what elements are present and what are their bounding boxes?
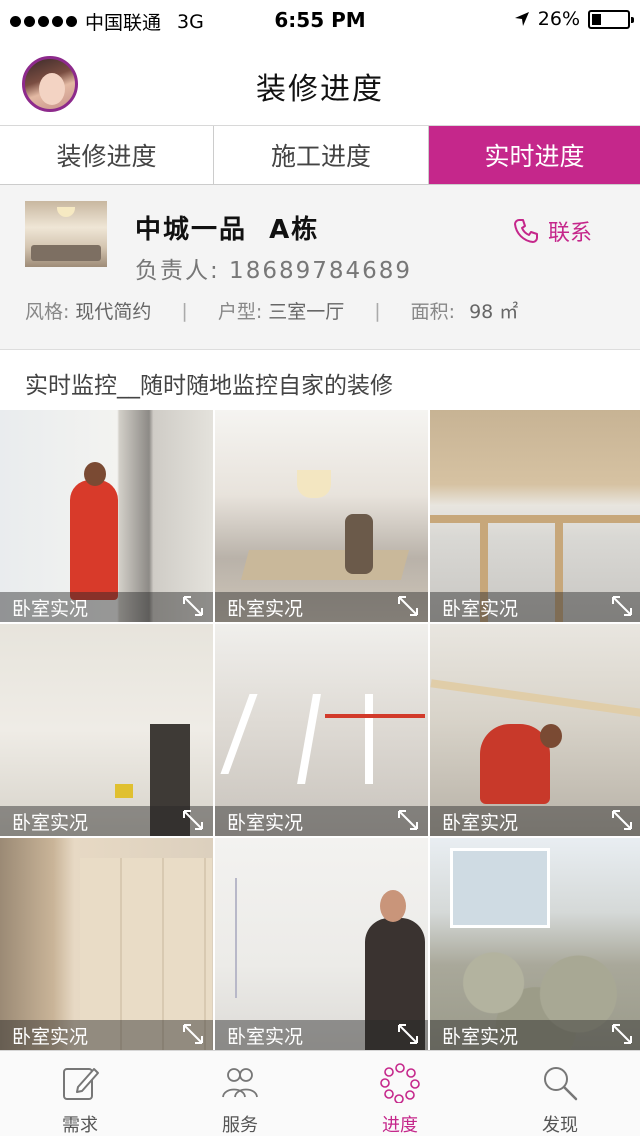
nav-label: 服务: [222, 1115, 258, 1136]
camera-feed-tile[interactable]: 卧室实况: [430, 410, 640, 622]
expand-icon[interactable]: [181, 1022, 205, 1046]
expand-icon[interactable]: [181, 594, 205, 618]
worker-head: [84, 462, 106, 486]
area-label: 面积:: [410, 301, 456, 323]
camera-feed-tile[interactable]: 卧室实况: [430, 838, 640, 1050]
contact-label: 联系: [547, 221, 592, 246]
table-shape: [240, 550, 410, 580]
project-info-card: 中城一品 A栋 负责人: 18689784689 联系 风格: 现代简约 | 户…: [0, 185, 640, 350]
project-thumbnail[interactable]: [25, 201, 107, 267]
nav-label: 需求: [62, 1115, 98, 1136]
tab-realtime-progress[interactable]: 实时进度: [429, 126, 640, 184]
search-icon: [544, 1067, 578, 1101]
nav-item-discover[interactable]: 发现: [480, 1051, 640, 1136]
area-attribute: 面积: 98 ㎡: [411, 297, 519, 324]
location-arrow-icon: [514, 12, 529, 26]
tab-construction-progress[interactable]: 施工进度: [214, 126, 429, 184]
ceiling-rail: [365, 694, 373, 784]
camera-feed-tile[interactable]: 卧室实况: [215, 410, 428, 622]
monitor-grid: 卧室实况 卧室实况 卧室实况 卧室实况 卧室实况 卧室实况 卧室实况 卧室实况 …: [0, 410, 640, 1050]
camera-feed-tile[interactable]: 卧室实况: [0, 410, 213, 622]
divider: |: [374, 299, 381, 322]
style-label: 风格:: [25, 301, 70, 323]
camera-feed-tile[interactable]: 卧室实况: [430, 624, 640, 836]
status-right: 26%: [514, 8, 634, 30]
sign: [115, 784, 133, 798]
status-bar: 中国联通 3G 6:55 PM 26%: [0, 0, 640, 40]
wood-beam: [430, 515, 640, 523]
edit-icon: [63, 1068, 99, 1100]
area-value: 98 ㎡: [469, 301, 519, 323]
layout-label: 户型:: [217, 301, 263, 323]
battery-fill: [592, 13, 601, 25]
expand-icon[interactable]: [396, 808, 420, 832]
ceiling-rail: [220, 694, 258, 774]
whiteboard-sketch: [235, 878, 345, 998]
layout-value: 三室一厅: [268, 301, 345, 323]
worker-figure: [70, 480, 118, 600]
divider: |: [181, 299, 188, 322]
tab-bar: 装修进度 施工进度 实时进度: [0, 126, 640, 185]
nav-item-services[interactable]: 服务: [160, 1051, 320, 1136]
bottom-nav: 需求 服务 进度 发现: [0, 1050, 640, 1136]
users-icon: [222, 1068, 258, 1098]
feed-caption: 卧室实况: [430, 1020, 640, 1050]
expand-icon[interactable]: [181, 808, 205, 832]
worker-head: [540, 724, 562, 748]
nav-item-requirements[interactable]: 需求: [0, 1051, 160, 1136]
camera-feed-tile[interactable]: 卧室实况: [215, 838, 428, 1050]
battery-percent: 26%: [537, 8, 580, 30]
phone-icon: [513, 219, 538, 243]
wood-beam: [430, 679, 640, 717]
expand-icon[interactable]: [610, 808, 634, 832]
expand-icon[interactable]: [610, 594, 634, 618]
battery-icon: [588, 9, 634, 29]
feed-caption: 卧室实况: [430, 592, 640, 622]
expand-icon[interactable]: [396, 594, 420, 618]
feed-caption: 卧室实况: [430, 806, 640, 836]
ceiling-rail: [297, 694, 321, 784]
chandelier-shape: [297, 470, 331, 498]
camera-feed-tile[interactable]: 卧室实况: [0, 838, 213, 1050]
nav-label: 进度: [382, 1115, 418, 1136]
expand-icon[interactable]: [610, 1022, 634, 1046]
nav-label: 发现: [542, 1115, 578, 1136]
page-title: 装修进度: [256, 72, 384, 107]
person-head: [380, 890, 406, 922]
sofa-shape: [31, 245, 101, 261]
layout-attribute: 户型: 三室一厅: [218, 297, 344, 324]
monitor-section-title: 实时监控__随时随地监控自家的装修: [25, 373, 393, 399]
red-pipe: [325, 714, 425, 718]
camera-feed-tile[interactable]: 卧室实况: [215, 624, 428, 836]
contact-button[interactable]: 联系: [512, 215, 592, 247]
project-attributes: 风格: 现代简约 | 户型: 三室一厅 | 面积: 98 ㎡: [25, 297, 600, 324]
expand-icon[interactable]: [396, 1022, 420, 1046]
chandelier-shape: [57, 207, 75, 217]
style-attribute: 风格: 现代简约: [25, 297, 151, 324]
window: [450, 848, 550, 928]
style-value: 现代简约: [75, 301, 152, 323]
worker-figure: [345, 514, 373, 574]
camera-feed-tile[interactable]: 卧室实况: [0, 624, 213, 836]
header: 装修进度: [0, 40, 640, 126]
tab-decoration-progress[interactable]: 装修进度: [0, 126, 214, 184]
nav-item-progress[interactable]: 进度: [320, 1051, 480, 1136]
project-manager: 负责人: 18689784689: [135, 258, 413, 284]
progress-icon: [380, 1063, 420, 1103]
project-name: 中城一品 A栋: [135, 215, 320, 245]
